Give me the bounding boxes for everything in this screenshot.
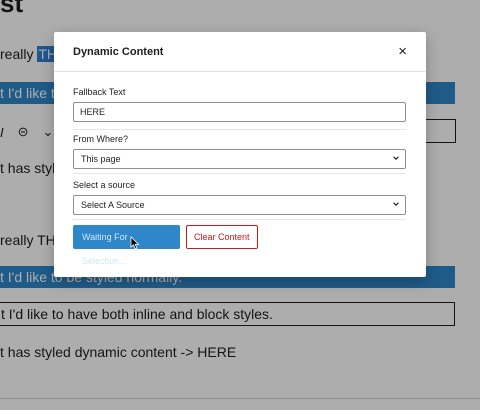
modal-header: Dynamic Content × — [54, 32, 426, 72]
dynamic-content-modal: Dynamic Content × Fallback Text From Whe… — [54, 32, 426, 277]
close-icon[interactable]: × — [398, 44, 407, 59]
clear-content-button[interactable]: Clear Content — [186, 225, 258, 249]
from-where-field: From Where? This page — [73, 134, 406, 169]
source-field: Select a source Select A Source — [73, 180, 406, 215]
source-value: Select A Source — [81, 200, 145, 210]
modal-actions: Waiting For Selection... Clear Content — [73, 225, 258, 266]
from-where-select[interactable]: This page — [73, 149, 406, 169]
fallback-text-input[interactable] — [73, 102, 406, 122]
divider — [73, 219, 406, 220]
source-select[interactable]: Select A Source — [73, 195, 406, 215]
modal-title: Dynamic Content — [73, 45, 164, 58]
fallback-text-label: Fallback Text — [73, 87, 126, 97]
fallback-text-field: Fallback Text — [73, 87, 406, 122]
source-label: Select a source — [73, 180, 136, 190]
divider — [73, 173, 406, 174]
chevron-down-icon — [392, 197, 400, 215]
mouse-pointer-icon — [130, 236, 140, 255]
divider — [73, 129, 406, 130]
from-where-value: This page — [81, 154, 121, 164]
from-where-label: From Where? — [73, 134, 129, 144]
chevron-down-icon — [392, 151, 400, 169]
waiting-for-selection-button[interactable]: Waiting For Selection... — [73, 225, 180, 266]
